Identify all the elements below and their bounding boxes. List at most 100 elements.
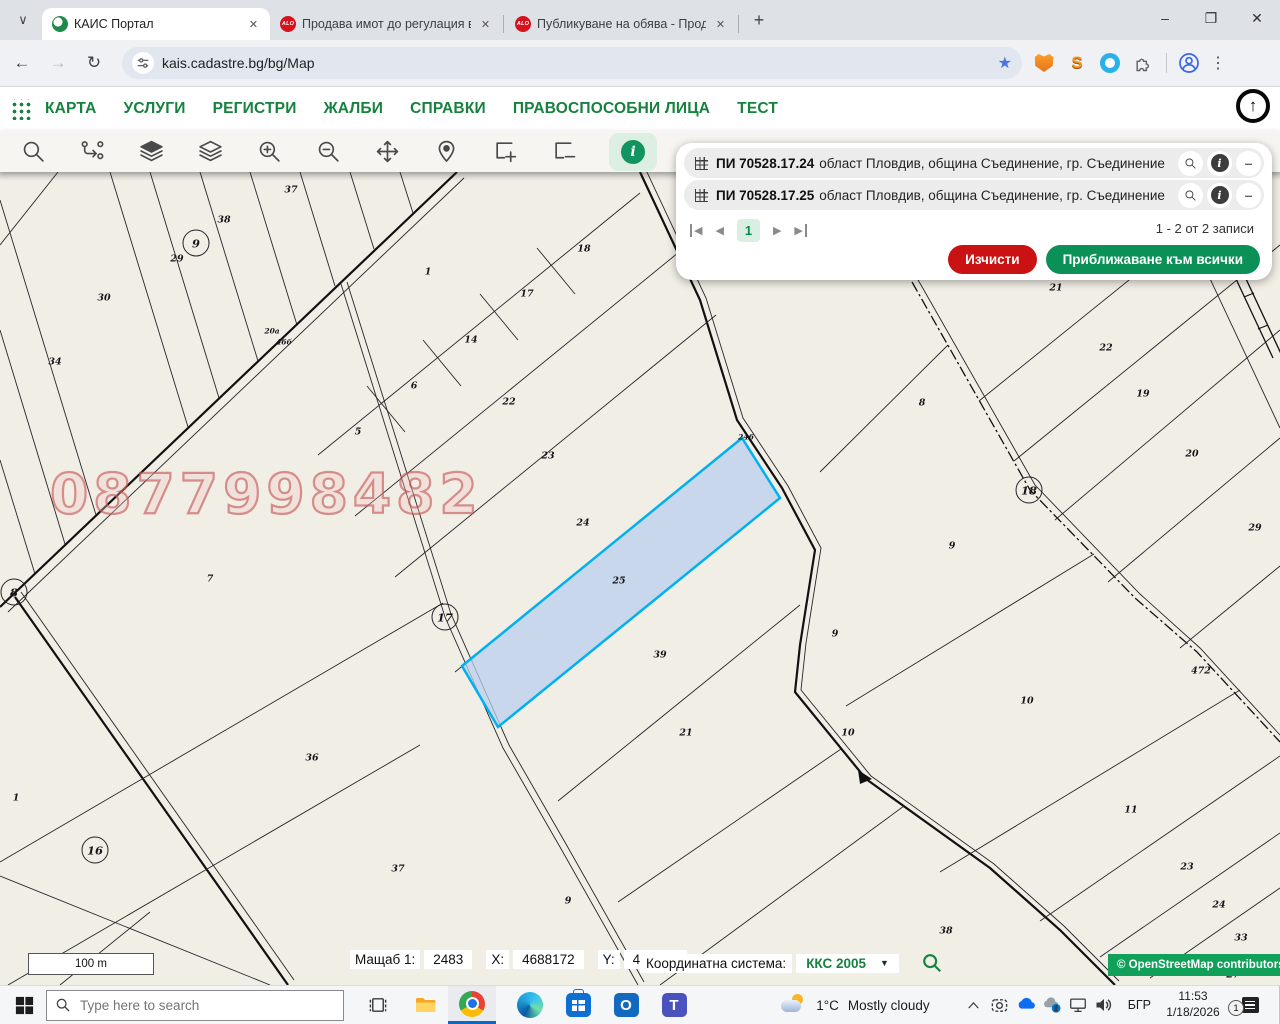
clear-button[interactable]: Изчисти	[948, 245, 1036, 274]
nav-uslugi[interactable]: УСЛУГИ	[123, 100, 185, 118]
taskbar-search-box[interactable]	[46, 990, 344, 1021]
network-icon[interactable]	[1066, 993, 1090, 1017]
profile-avatar-icon[interactable]	[1178, 52, 1200, 74]
records-count: 1 - 2 от 2 записи	[1156, 221, 1254, 236]
weather-widget[interactable]: 1°C Mostly cloudy	[781, 994, 929, 1016]
task-view-icon[interactable]	[364, 991, 392, 1019]
remove-result-button[interactable]: –	[1236, 151, 1261, 176]
last-page-button[interactable]: ▶	[794, 224, 806, 237]
volume-icon[interactable]	[1092, 993, 1116, 1017]
tab-kais-portal[interactable]: КАИС Портал ✕	[42, 8, 270, 40]
nav-pravosposobni-litsa[interactable]: ПРАВОСПОСОБНИ ЛИЦА	[513, 100, 710, 118]
select-area-add-tool-icon[interactable]	[486, 136, 524, 168]
select-area-remove-tool-icon[interactable]	[545, 136, 583, 168]
nav-karta[interactable]: КАРТА	[45, 100, 96, 118]
microsoft-store-icon[interactable]	[564, 991, 592, 1019]
weather-temperature: 1°C	[816, 998, 839, 1013]
time: 11:53	[1178, 989, 1207, 1003]
layers-outline-tool-icon[interactable]	[191, 136, 229, 168]
parcel-label: 1	[13, 793, 20, 804]
nav-registri[interactable]: РЕГИСТРИ	[213, 100, 297, 118]
location-pin-tool-icon[interactable]	[427, 136, 465, 168]
crs-search-icon[interactable]	[921, 952, 943, 974]
tab-prodava-imot[interactable]: ALO Продава имот до регулация в ✕	[270, 8, 502, 40]
cloud-sync-info-icon[interactable]: i	[1040, 993, 1064, 1017]
parcel-label: 46б	[276, 338, 292, 347]
taskbar-search-input[interactable]	[78, 997, 312, 1014]
zoom-to-result-button[interactable]	[1178, 183, 1203, 208]
tab-close-icon[interactable]: ✕	[477, 16, 494, 33]
info-tool-active[interactable]: i	[609, 133, 657, 171]
close-button[interactable]: ✕	[1234, 0, 1280, 36]
taskbar-right: 1°C Mostly cloudy i	[781, 986, 1280, 1024]
zoom-out-tool-icon[interactable]	[309, 136, 347, 168]
zoom-to-all-button[interactable]: Приближаване към всички	[1046, 245, 1260, 274]
tray-chevron-icon[interactable]	[962, 993, 986, 1017]
parcel-label: 17	[520, 289, 533, 300]
layers-filled-tool-icon[interactable]	[132, 136, 170, 168]
apps-grid-icon[interactable]	[10, 99, 31, 120]
tab-close-icon[interactable]: ✕	[712, 16, 729, 33]
crs-dropdown[interactable]: ККС 2005 ▼	[796, 954, 899, 973]
url-text[interactable]: kais.cadastre.bg/bg/Map	[162, 55, 998, 71]
previous-page-button[interactable]: ◀	[715, 224, 723, 237]
alo-favicon: ALO	[280, 16, 296, 32]
nav-spravki[interactable]: СПРАВКИ	[410, 100, 486, 118]
reload-button[interactable]: ↻	[80, 49, 108, 77]
action-center-icon[interactable]: 1	[1237, 993, 1263, 1017]
cadastral-map[interactable]: 0877998482 3738929303420а46б118171462252…	[0, 172, 1280, 985]
teams-icon[interactable]: T	[660, 991, 688, 1019]
result-info-button[interactable]: i	[1207, 183, 1232, 208]
result-info-button[interactable]: i	[1207, 151, 1232, 176]
parcel-label: 30	[97, 293, 110, 304]
outlook-icon[interactable]: O	[612, 991, 640, 1019]
bookmark-star-icon[interactable]: ★	[998, 53, 1012, 73]
toolbar-separator	[1166, 53, 1167, 73]
file-explorer-icon[interactable]	[412, 991, 440, 1019]
address-bar[interactable]: kais.cadastre.bg/bg/Map ★	[122, 47, 1022, 79]
site-settings-icon[interactable]	[132, 52, 154, 74]
meet-now-icon[interactable]	[988, 993, 1012, 1017]
language-indicator[interactable]: БГР	[1128, 998, 1151, 1012]
start-button[interactable]	[12, 993, 36, 1017]
first-page-button[interactable]: ◀	[690, 224, 702, 237]
parcel-label: 37	[391, 864, 404, 875]
tab-close-icon[interactable]: ✕	[245, 16, 262, 33]
edge-icon[interactable]	[516, 991, 544, 1019]
result-row[interactable]: ПИ 70528.17.25 област Пловдив, община Съ…	[684, 180, 1264, 210]
forward-button[interactable]: →	[44, 49, 72, 77]
onedrive-icon[interactable]	[1014, 993, 1038, 1017]
metamask-extension-icon[interactable]	[1033, 52, 1055, 74]
chrome-taskbar-active[interactable]	[448, 986, 496, 1024]
s-extension-icon[interactable]: S	[1066, 52, 1088, 74]
parcel-label-circled: 8	[1, 579, 28, 606]
parcel-label: 9	[949, 541, 956, 552]
back-button[interactable]: ←	[8, 49, 36, 77]
blue-extension-icon[interactable]	[1099, 52, 1121, 74]
weather-description: Mostly cloudy	[848, 998, 930, 1013]
search-tool-icon[interactable]	[14, 136, 52, 168]
measure-route-tool-icon[interactable]	[73, 136, 111, 168]
scroll-top-button[interactable]: ↑	[1236, 89, 1270, 123]
parcel-label: 39	[653, 650, 666, 661]
next-page-button[interactable]: ▶	[773, 224, 781, 237]
pan-tool-icon[interactable]	[368, 136, 406, 168]
kais-favicon	[52, 16, 68, 32]
zoom-in-tool-icon[interactable]	[250, 136, 288, 168]
parcel-label: 22	[1099, 343, 1112, 354]
maximize-button[interactable]: ❐	[1188, 0, 1234, 36]
tab-search-chevron-icon[interactable]: ∨	[10, 7, 36, 33]
new-tab-button[interactable]: +	[746, 7, 772, 33]
extensions-puzzle-icon[interactable]	[1132, 52, 1154, 74]
tab-publikuvane-obiava[interactable]: ALO Публикуване на обява - Прод ✕	[505, 8, 737, 40]
parcel-label: 20	[1185, 449, 1198, 460]
zoom-to-result-button[interactable]	[1178, 151, 1203, 176]
browser-menu-icon[interactable]: ⋮	[1210, 53, 1226, 73]
clock[interactable]: 11:53 1/18/2026	[1161, 989, 1225, 1020]
minimize-button[interactable]: –	[1142, 0, 1188, 36]
result-row[interactable]: ПИ 70528.17.24 област Пловдив, община Съ…	[684, 148, 1264, 178]
remove-result-button[interactable]: –	[1236, 183, 1261, 208]
nav-zhalbi[interactable]: ЖАЛБИ	[324, 100, 384, 118]
current-page[interactable]: 1	[737, 219, 760, 242]
nav-test[interactable]: ТЕСТ	[737, 100, 778, 118]
